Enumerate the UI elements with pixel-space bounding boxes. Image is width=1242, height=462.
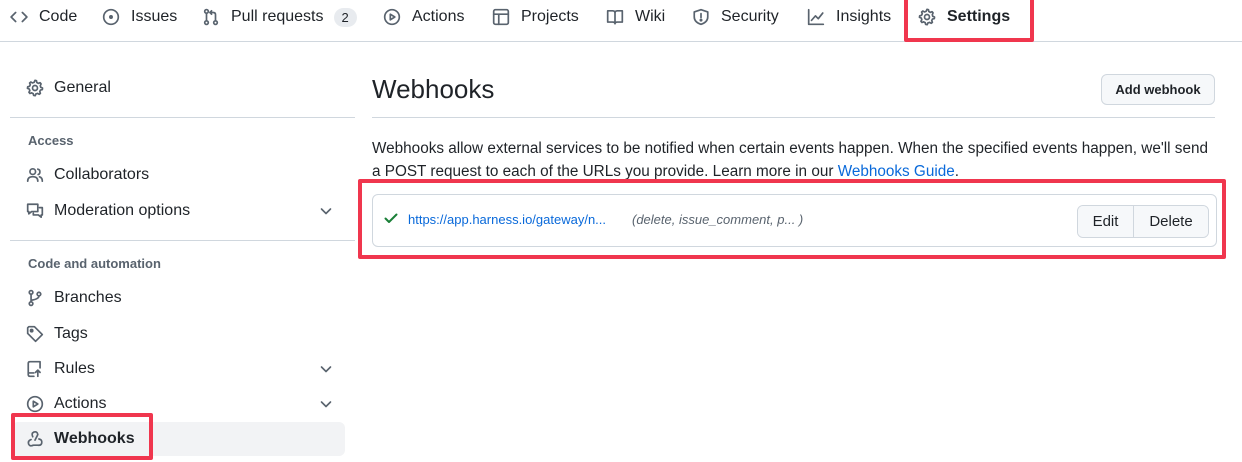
sidebar-item-moderation[interactable]: Moderation options [26, 198, 190, 224]
webhook-actions: Edit Delete [1077, 205, 1209, 238]
sidebar-item-label: Branches [54, 289, 122, 306]
tab-label: Wiki [635, 8, 666, 25]
git-branch-icon [28, 289, 42, 307]
description-end: . [954, 163, 960, 180]
sidebar-item-branches[interactable]: Branches [26, 285, 122, 311]
delete-webhook-button[interactable]: Delete [1134, 206, 1208, 237]
play-icon [383, 8, 401, 26]
sidebar-item-label: Webhooks [54, 430, 135, 447]
chevron-down-icon[interactable] [318, 203, 334, 219]
chevron-down-icon[interactable] [318, 361, 334, 377]
tab-settings[interactable]: Settings [918, 0, 1010, 34]
add-webhook-button[interactable]: Add webhook [1101, 74, 1215, 105]
sidebar-item-rules[interactable]: Rules [26, 356, 95, 382]
pull-request-count: 2 [333, 7, 357, 27]
play-icon [26, 395, 44, 413]
tab-actions[interactable]: Actions [383, 0, 464, 34]
tab-label: Insights [836, 8, 892, 25]
sidebar-item-label: Tags [54, 325, 88, 342]
repo-nav: Code Issues Pull requests 2 Actions Proj… [0, 0, 1242, 42]
tab-label: Settings [947, 8, 1011, 25]
title-divider [372, 117, 1215, 118]
tab-label: Actions [412, 8, 465, 25]
git-pull-request-icon [203, 8, 219, 26]
tab-projects[interactable]: Projects [492, 0, 579, 34]
tab-label: Issues [131, 8, 178, 25]
tab-insights[interactable]: Insights [807, 0, 891, 34]
sidebar-divider [10, 240, 355, 241]
gear-icon [918, 8, 936, 26]
description-text: Webhooks allow external services to be n… [372, 140, 1208, 180]
check-icon [384, 213, 398, 223]
sidebar-item-label: Moderation options [54, 202, 191, 219]
webhook-icon [27, 430, 43, 447]
tag-icon [26, 325, 44, 343]
chevron-down-icon[interactable] [318, 396, 334, 412]
sidebar-heading-code-automation: Code and automation [28, 256, 161, 271]
sidebar-item-collaborators[interactable]: Collaborators [26, 162, 149, 188]
code-icon [10, 11, 28, 23]
tab-label: Pull requests [231, 8, 324, 25]
sidebar-heading-access: Access [28, 133, 74, 148]
book-icon [606, 9, 624, 25]
people-icon [26, 167, 44, 183]
webhook-row: https://app.harness.io/gateway/n... (del… [372, 194, 1217, 247]
sidebar-item-webhooks[interactable]: Webhooks [26, 426, 135, 452]
webhook-url-link[interactable]: https://app.harness.io/gateway/n... [408, 212, 606, 227]
repo-push-icon [27, 360, 41, 378]
sidebar-item-actions[interactable]: Actions [26, 391, 106, 417]
tab-wiki[interactable]: Wiki [606, 0, 665, 34]
tab-label: Code [39, 8, 78, 25]
tab-issues[interactable]: Issues [102, 0, 177, 34]
tab-pull-requests[interactable]: Pull requests 2 [202, 0, 357, 34]
tab-code[interactable]: Code [10, 0, 77, 34]
sidebar-item-label: Rules [54, 360, 95, 377]
sidebar-item-label: General [54, 79, 111, 96]
comment-discussion-icon [26, 203, 44, 219]
webhooks-description: Webhooks allow external services to be n… [372, 137, 1217, 183]
sidebar-divider [10, 117, 355, 118]
sidebar-item-tags[interactable]: Tags [26, 321, 88, 347]
sidebar-item-label: Collaborators [54, 166, 150, 183]
sidebar-item-label: Actions [54, 395, 107, 412]
tab-security[interactable]: Security [692, 0, 779, 34]
edit-webhook-button[interactable]: Edit [1078, 206, 1134, 237]
issue-opened-icon [102, 8, 120, 26]
table-icon [492, 8, 510, 26]
page-title: Webhooks [372, 74, 495, 104]
sidebar-item-general[interactable]: General [26, 75, 111, 101]
tab-label: Projects [521, 8, 579, 25]
webhooks-guide-link[interactable]: Webhooks Guide [838, 163, 955, 180]
webhook-events: (delete, issue_comment, p... ) [632, 212, 804, 227]
gear-icon [26, 79, 44, 97]
shield-icon [693, 8, 709, 26]
graph-icon [807, 8, 825, 26]
tab-label: Security [721, 8, 779, 25]
